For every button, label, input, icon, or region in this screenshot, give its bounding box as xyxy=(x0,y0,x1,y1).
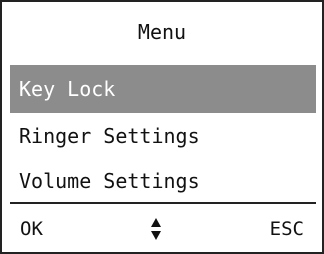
menu-item-label: Ringer Settings xyxy=(19,123,200,148)
menu-item-label: Key Lock xyxy=(19,77,116,101)
softkey-bar: OK ESC xyxy=(2,205,322,252)
menu-list: Key Lock Ringer Settings Volume Settings xyxy=(10,65,316,203)
menu-item-label: Volume Settings xyxy=(19,168,200,193)
up-down-arrows-icon[interactable] xyxy=(149,217,163,241)
menu-item-volume-settings[interactable]: Volume Settings xyxy=(10,158,316,203)
menu-item-ringer-settings[interactable]: Ringer Settings xyxy=(10,113,316,158)
softkey-divider xyxy=(10,202,316,204)
phone-screen: Menu Key Lock Ringer Settings Volume Set… xyxy=(0,0,324,254)
menu-item-key-lock[interactable]: Key Lock xyxy=(10,65,316,113)
ok-softkey[interactable]: OK xyxy=(20,205,43,252)
screen-title: Menu xyxy=(137,20,187,44)
esc-softkey[interactable]: ESC xyxy=(270,205,304,252)
